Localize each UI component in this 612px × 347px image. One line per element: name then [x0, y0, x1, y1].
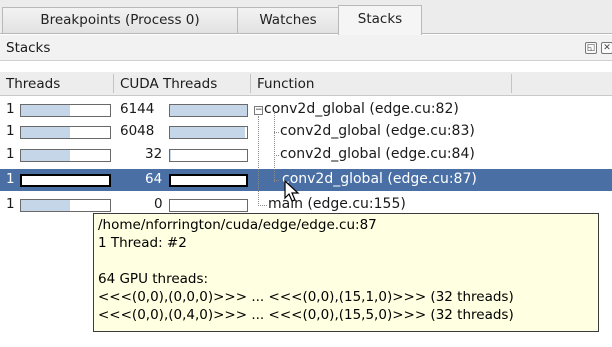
function-label: conv2d_global (edge.cu:84)	[280, 146, 475, 162]
threads-bar	[20, 104, 111, 117]
column-cuda-threads[interactable]: CUDA Threads	[120, 76, 217, 92]
stack-row[interactable]: 1 6048 conv2d_global (edge.cu:83)	[0, 121, 612, 143]
cuda-threads-count: 6048	[120, 123, 155, 139]
cuda-threads-bar	[169, 174, 248, 187]
stack-row-selected[interactable]: 1 64 conv2d_global (edge.cu:87)	[0, 169, 612, 191]
panel-title: Stacks	[6, 40, 51, 56]
cuda-threads-bar	[169, 199, 248, 212]
cuda-threads-count: 6144	[120, 101, 155, 117]
column-divider[interactable]	[511, 74, 512, 93]
function-label: conv2d_global (edge.cu:83)	[280, 123, 475, 139]
column-divider[interactable]	[113, 74, 114, 93]
tab-watches[interactable]: Watches	[237, 7, 339, 33]
tooltip-gpu-threads: 64 GPU threads:	[98, 271, 209, 287]
tooltip-range: <<<(0,0),(0,4,0)>>> ... <<<(0,0),(15,5,0…	[98, 307, 514, 323]
function-label: conv2d_global (edge.cu:82)	[264, 101, 459, 117]
threads-bar	[20, 174, 111, 187]
function-label: conv2d_global (edge.cu:87)	[280, 171, 479, 187]
tooltip-range: <<<(0,0),(0,0,0)>>> ... <<<(0,0),(15,1,0…	[98, 289, 514, 305]
threads-count: 1	[6, 101, 15, 117]
column-threads[interactable]: Threads	[6, 76, 60, 92]
cuda-threads-count: 32	[145, 146, 163, 162]
cuda-threads-bar	[169, 104, 248, 117]
column-divider[interactable]	[250, 74, 251, 93]
cuda-threads-bar	[169, 149, 248, 162]
threads-bar	[20, 199, 111, 212]
close-panel-icon[interactable]: ✕	[601, 42, 612, 54]
panel-header: Stacks ◱ ✕	[0, 35, 612, 61]
tree-connector	[258, 116, 259, 206]
tab-bar: Breakpoints (Process 0) Watches Stacks	[0, 0, 612, 35]
tree-connector	[258, 205, 267, 206]
cuda-threads-count: 0	[154, 196, 163, 212]
tooltip-spacer	[98, 252, 594, 270]
thread-details-tooltip: /home/nforrington/cuda/edge/edge.cu:87 1…	[93, 213, 599, 332]
threads-count: 1	[6, 196, 15, 212]
stack-row[interactable]: 1 6144 − conv2d_global (edge.cu:82)	[0, 99, 612, 121]
column-function[interactable]: Function	[257, 76, 314, 92]
column-header-row: Threads CUDA Threads Function	[0, 72, 612, 96]
threads-count: 1	[6, 171, 15, 187]
threads-bar	[20, 126, 111, 139]
tree-connector	[274, 132, 279, 133]
cuda-threads-bar	[169, 126, 248, 139]
cuda-threads-count: 64	[145, 171, 163, 187]
threads-bar	[20, 149, 111, 162]
tooltip-thread: 1 Thread: #2	[98, 235, 187, 251]
tooltip-location: /home/nforrington/cuda/edge/edge.cu:87	[98, 217, 377, 233]
tree-connector	[274, 112, 275, 182]
tree-connector	[274, 155, 279, 156]
tab-stacks[interactable]: Stacks	[338, 5, 422, 35]
tree-connector	[274, 180, 279, 181]
threads-count: 1	[6, 146, 15, 162]
threads-count: 1	[6, 123, 15, 139]
mouse-cursor-icon	[284, 180, 300, 202]
tree-collapse-icon[interactable]: −	[254, 106, 263, 115]
tab-breakpoints[interactable]: Breakpoints (Process 0)	[2, 7, 238, 33]
stack-row[interactable]: 1 32 conv2d_global (edge.cu:84)	[0, 144, 612, 166]
float-panel-icon[interactable]: ◱	[585, 42, 597, 54]
